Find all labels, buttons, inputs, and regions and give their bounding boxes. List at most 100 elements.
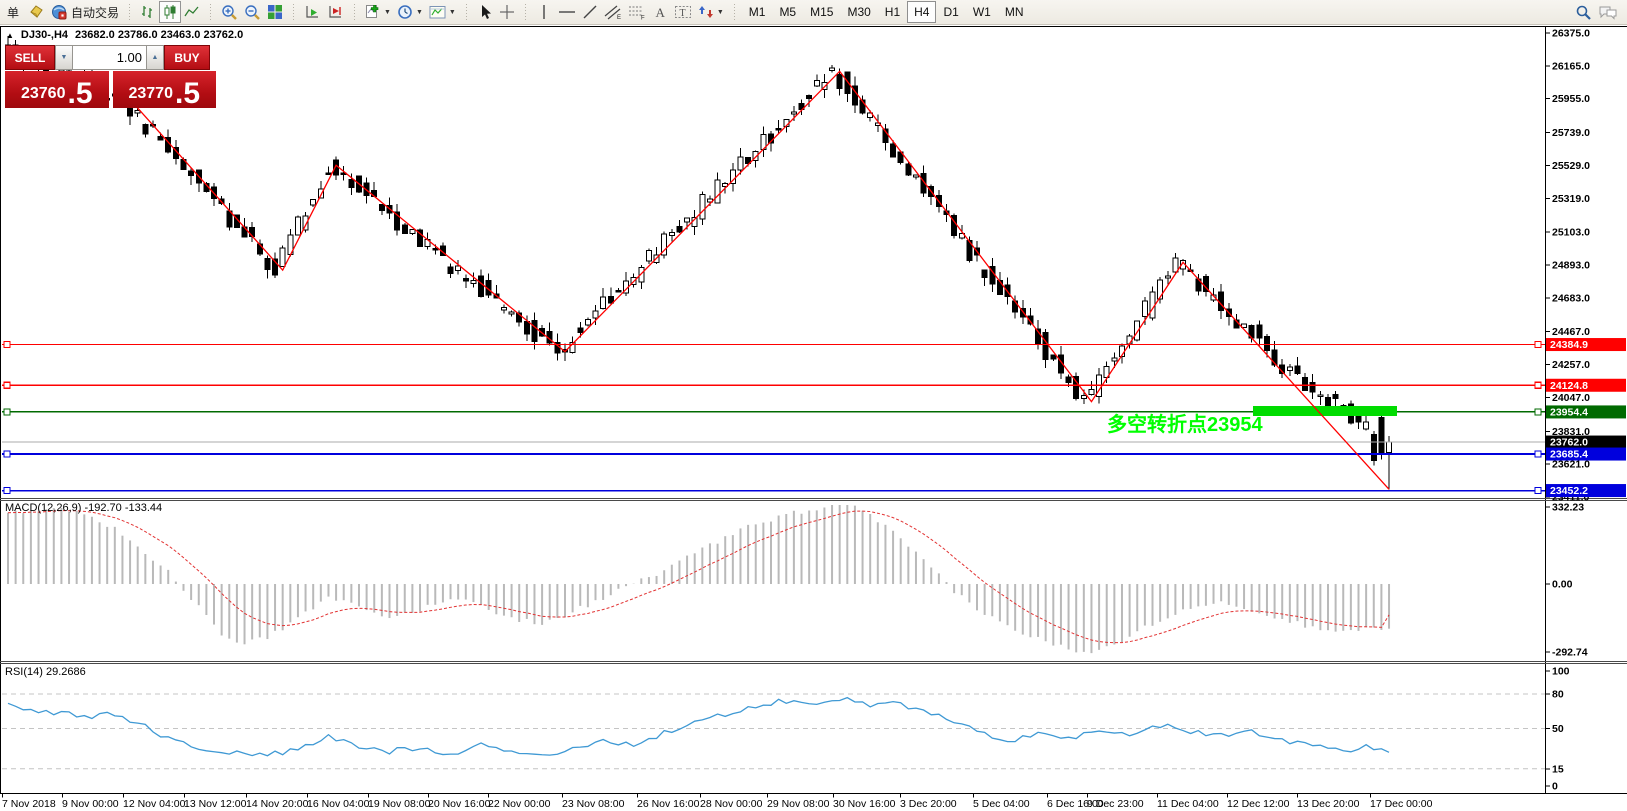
timeframe-w1-button[interactable]: W1 (966, 1, 998, 23)
fibonacci-icon: F (628, 4, 646, 20)
timeframe-mn-button[interactable]: MN (998, 1, 1031, 23)
trade-panel-controls: SELL ▼ ▲ BUY (5, 45, 216, 70)
chat-icon (1598, 4, 1618, 20)
text-label-tool-button[interactable]: T (671, 1, 695, 23)
svg-text:0.00: 0.00 (1552, 579, 1573, 591)
timeframe-h4-button[interactable]: H4 (907, 1, 936, 23)
sponge-icon[interactable] (24, 1, 48, 23)
chart-canvas[interactable]: 多空转折点2395426375.026165.025955.025739.025… (0, 0, 1627, 811)
text-tool-button[interactable]: A (649, 1, 671, 23)
svg-text:24893.0: 24893.0 (1552, 260, 1590, 272)
sell-price-button[interactable]: 23760 .5 (5, 71, 109, 108)
svg-text:50: 50 (1552, 723, 1564, 735)
svg-text:80: 80 (1552, 689, 1564, 701)
auto-scroll-button[interactable] (301, 1, 324, 23)
arrows-tool-button[interactable]: ▼ (695, 1, 727, 23)
chart-shift-button[interactable] (324, 1, 347, 23)
dropdown-caret-icon: ▼ (416, 9, 423, 16)
svg-text:15: 15 (1552, 763, 1564, 775)
macd-label: MACD(12,26,9) -192.70 -133.44 (5, 502, 162, 514)
pivot-annotation-text[interactable]: 多空转折点23954 (1107, 412, 1263, 436)
sell-button[interactable]: SELL (5, 45, 55, 70)
autotrade-icon (51, 4, 68, 20)
periods-button[interactable]: ▼ (394, 1, 426, 23)
svg-text:24467.0: 24467.0 (1552, 326, 1590, 338)
template-icon (429, 5, 447, 20)
sponge-icon-glyph (27, 5, 45, 19)
ohlc-values: 23682.0 23786.0 23463.0 23762.0 (75, 29, 243, 41)
svg-text:30 Nov 16:00: 30 Nov 16:00 (833, 798, 896, 810)
svg-text:28 Nov 00:00: 28 Nov 00:00 (700, 798, 763, 810)
toolbar-separator (126, 3, 133, 21)
timeframe-m30-button[interactable]: M30 (840, 1, 877, 23)
timeframe-m15-button[interactable]: M15 (803, 1, 840, 23)
svg-text:19 Nov 08:00: 19 Nov 08:00 (368, 798, 431, 810)
svg-text:16 Nov 04:00: 16 Nov 04:00 (307, 798, 370, 810)
templates-button[interactable]: ▼ (426, 1, 459, 23)
volume-input[interactable] (73, 45, 146, 70)
dropdown-caret-icon: ▼ (449, 9, 456, 16)
volume-decrease-button[interactable]: ▼ (55, 45, 73, 70)
green-highlight-bar[interactable] (1253, 406, 1397, 416)
svg-text:29 Nov 08:00: 29 Nov 08:00 (767, 798, 830, 810)
svg-text:24257.0: 24257.0 (1552, 359, 1590, 371)
svg-text:24384.9: 24384.9 (1550, 339, 1588, 351)
horizontal-line-icon (558, 4, 576, 20)
svg-text:E: E (617, 15, 621, 20)
tile-windows-button[interactable] (264, 1, 286, 23)
trendline-icon (582, 4, 598, 20)
toolbar-separator (522, 3, 529, 21)
svg-text:23 Nov 08:00: 23 Nov 08:00 (562, 798, 625, 810)
svg-text:23452.2: 23452.2 (1550, 485, 1588, 497)
svg-text:0: 0 (1552, 781, 1558, 793)
svg-text:24124.8: 24124.8 (1550, 380, 1588, 392)
arrows-icon (698, 4, 715, 20)
svg-text:22 Nov 00:00: 22 Nov 00:00 (488, 798, 551, 810)
rsi-label: RSI(14) 29.2686 (5, 666, 86, 678)
panel-collapse-icon[interactable]: ▲ (6, 31, 14, 40)
new-order-button[interactable]: 单 (2, 1, 24, 23)
svg-text:26 Nov 16:00: 26 Nov 16:00 (637, 798, 700, 810)
line-chart-button[interactable] (181, 1, 203, 23)
text-icon: A (653, 4, 667, 20)
svg-text:332.23: 332.23 (1552, 502, 1584, 514)
svg-text:12 Nov 04:00: 12 Nov 04:00 (123, 798, 186, 810)
sell-price-frac: .5 (67, 81, 92, 107)
one-click-trading-panel: SELL ▼ ▲ BUY 23760 .5 23770 .5 (5, 45, 216, 108)
autotrade-button[interactable]: 自动交易 (48, 1, 122, 23)
add-indicator-button[interactable]: ▼ (362, 1, 394, 23)
svg-text:23685.4: 23685.4 (1550, 449, 1588, 461)
trendline-tool-button[interactable] (579, 1, 601, 23)
timeframe-h1-button[interactable]: H1 (878, 1, 907, 23)
vertical-line-tool-button[interactable] (533, 1, 555, 23)
timeframe-d1-button[interactable]: D1 (936, 1, 965, 23)
svg-text:F: F (641, 16, 645, 21)
zoom-out-button[interactable] (241, 1, 264, 23)
horizontal-line-tool-button[interactable] (555, 1, 579, 23)
dropdown-caret-icon: ▼ (717, 9, 724, 16)
candlestick-chart-button[interactable] (159, 1, 181, 23)
svg-text:A: A (655, 5, 665, 20)
crosshair-button[interactable] (496, 1, 518, 23)
equidistant-channel-tool-button[interactable]: E (601, 1, 625, 23)
svg-text:13 Dec 20:00: 13 Dec 20:00 (1297, 798, 1360, 810)
bar-chart-button[interactable] (137, 1, 159, 23)
svg-text:9 Dec 23:00: 9 Dec 23:00 (1087, 798, 1144, 810)
buy-price-frac: .5 (175, 81, 200, 107)
buy-price-button[interactable]: 23770 .5 (113, 71, 217, 108)
svg-text:7 Nov 2018: 7 Nov 2018 (2, 798, 56, 810)
timeframe-m5-button[interactable]: M5 (772, 1, 803, 23)
text-label-icon: T (674, 4, 692, 20)
buy-button[interactable]: BUY (164, 45, 210, 70)
toolbar-separator (207, 3, 214, 21)
volume-increase-button[interactable]: ▲ (146, 45, 164, 70)
svg-text:25103.0: 25103.0 (1552, 227, 1590, 239)
cursor-button[interactable] (474, 1, 496, 23)
fibonacci-tool-button[interactable]: F (625, 1, 649, 23)
candlestick-chart-icon (162, 4, 178, 20)
search-button[interactable] (1572, 1, 1595, 23)
chat-button[interactable] (1595, 1, 1621, 23)
trading-terminal: 单 自动交易 (0, 0, 1627, 811)
timeframe-m1-button[interactable]: M1 (742, 1, 773, 23)
zoom-in-button[interactable] (218, 1, 241, 23)
